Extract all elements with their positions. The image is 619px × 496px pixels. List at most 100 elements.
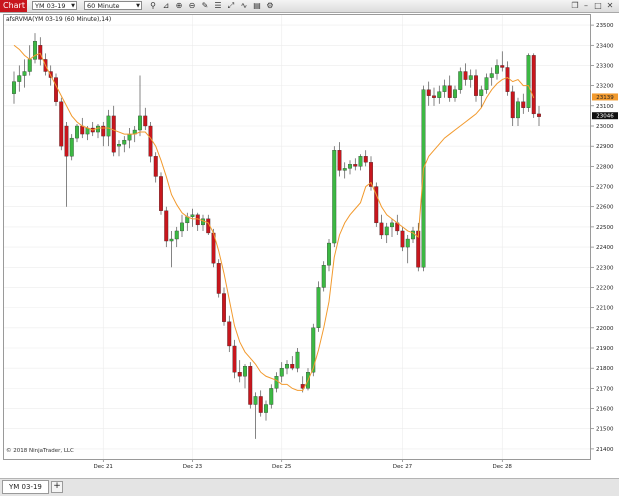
candle-body — [264, 404, 268, 413]
time-axis[interactable]: Dec 21 Dec 23 Dec 25 Dec 27 Dec 28 — [3, 460, 591, 472]
y-tick-label: 23300 — [596, 63, 614, 69]
restore-icon[interactable]: ❐ — [570, 1, 580, 11]
interval-selector[interactable]: 60 Minute ▼ — [84, 1, 142, 10]
candle-body — [458, 71, 463, 90]
link-icon[interactable]: ⚙ — [265, 1, 275, 11]
candle-body — [321, 265, 326, 288]
y-tick-label: 23000 — [596, 124, 614, 130]
candle-body — [379, 222, 384, 236]
y-tick-label: 22700 — [596, 185, 614, 191]
y-tick-label: 21800 — [596, 366, 614, 372]
candle-body — [148, 125, 153, 157]
candle-body — [127, 133, 132, 141]
price-panel[interactable] — [3, 14, 591, 460]
candle-body — [468, 75, 473, 80]
pen-icon[interactable]: ✎ — [200, 1, 210, 11]
y-tick-label: 21900 — [596, 346, 614, 352]
candle-body — [138, 115, 142, 131]
close-icon[interactable]: ✕ — [605, 1, 615, 11]
zoom-in-icon[interactable]: ⊕ — [174, 1, 184, 11]
candle-body — [222, 293, 226, 322]
candle-body — [258, 396, 263, 413]
search-icon[interactable]: ⚲ — [148, 1, 158, 11]
interval-value: 60 Minute — [87, 2, 120, 10]
candle-body — [363, 156, 368, 163]
y-tick-label: 21500 — [596, 427, 614, 433]
candle-body — [274, 376, 279, 389]
y-tick-label: 22200 — [596, 285, 614, 291]
candle-body — [327, 242, 331, 266]
candle-body — [348, 164, 352, 169]
candle-body — [12, 81, 16, 94]
candle-body — [59, 101, 64, 147]
candle-body — [537, 113, 541, 117]
candle-body — [190, 214, 195, 217]
x-tick-label: Dec 21 — [94, 464, 113, 470]
chevron-down-icon: ▼ — [71, 3, 75, 9]
candle-body — [106, 115, 111, 137]
candle-body — [22, 71, 27, 76]
instrument-value: YM 03-19 — [35, 2, 66, 10]
candle-body — [101, 125, 106, 137]
y-tick-label: 21700 — [596, 386, 614, 392]
candle-body — [400, 230, 405, 248]
price-axis[interactable]: 21400 21500 21600 21700 21800 21900 22000 22100… — [591, 14, 618, 460]
strategy-icon[interactable]: ∿ — [239, 1, 249, 11]
candle-body — [237, 372, 242, 377]
candle-body — [80, 125, 85, 135]
chart-toolbar: Chart YM 03-19 ▼ 60 Minute ▼ ⚲ ⊿ ⊕ ⊖ ✎ ☰… — [0, 0, 619, 13]
candle-body — [243, 366, 247, 377]
candle-body — [479, 89, 484, 96]
ma-price-badge-label: 23139 — [596, 95, 614, 101]
candle-body — [405, 238, 410, 248]
candle-body — [117, 144, 121, 147]
candle-body — [143, 115, 148, 127]
candle-body — [489, 73, 494, 78]
candle-body — [27, 59, 32, 72]
candle-body — [442, 85, 447, 92]
candle-body — [447, 85, 452, 98]
zoom-out-icon[interactable]: ⊖ — [187, 1, 197, 11]
y-tick-label: 23200 — [596, 84, 614, 90]
maximize-icon[interactable]: □ — [593, 1, 603, 11]
indicator-icon[interactable]: ⤢ — [226, 1, 236, 11]
y-tick-label: 22600 — [596, 205, 614, 211]
copyright-text: © 2018 NinjaTrader, LLC — [6, 448, 74, 454]
candle-body — [437, 91, 442, 98]
candle-body — [505, 67, 510, 92]
candle-body — [285, 363, 289, 369]
candle-body — [269, 388, 274, 405]
y-tick-label: 22300 — [596, 265, 614, 271]
bar-type-icon[interactable]: ⊿ — [161, 1, 171, 11]
last-price-badge-label: 23046 — [596, 114, 614, 120]
time-axis-svg: Dec 21 Dec 23 Dec 25 Dec 27 Dec 28 — [94, 460, 513, 470]
y-tick-label: 22500 — [596, 225, 614, 231]
window-icon[interactable]: ▤ — [252, 1, 262, 11]
price-axis-svg: 21400 21500 21600 21700 21800 21900 22000 22100… — [591, 23, 618, 453]
minimize-icon[interactable]: – — [581, 1, 591, 11]
properties-icon[interactable]: ☰ — [213, 1, 223, 11]
candle-body — [290, 363, 295, 369]
add-tab-button[interactable]: + — [51, 481, 63, 493]
candlestick-chart[interactable] — [4, 15, 590, 459]
candle-body — [531, 55, 536, 115]
candle-body — [495, 65, 499, 74]
candle-body — [390, 222, 394, 228]
candle-body — [463, 71, 468, 80]
candle-body — [64, 125, 69, 157]
instrument-selector[interactable]: YM 03-19 ▼ — [32, 1, 77, 10]
instrument-tab-bar: YM 03-19 + — [0, 478, 619, 496]
candle-body — [332, 150, 337, 244]
candle-body — [253, 396, 258, 405]
x-tick-label: Dec 27 — [393, 464, 413, 470]
y-tick-label: 22000 — [596, 326, 614, 332]
candle-body — [474, 75, 478, 96]
candle-body — [526, 55, 531, 108]
y-tick-label: 22400 — [596, 245, 614, 251]
candle-body — [111, 115, 116, 153]
x-tick-label: Dec 28 — [493, 464, 513, 470]
candle-body — [432, 95, 436, 98]
candle-body — [384, 226, 389, 236]
x-tick-label: Dec 25 — [272, 464, 292, 470]
tab-ym-03-19[interactable]: YM 03-19 — [2, 480, 49, 494]
